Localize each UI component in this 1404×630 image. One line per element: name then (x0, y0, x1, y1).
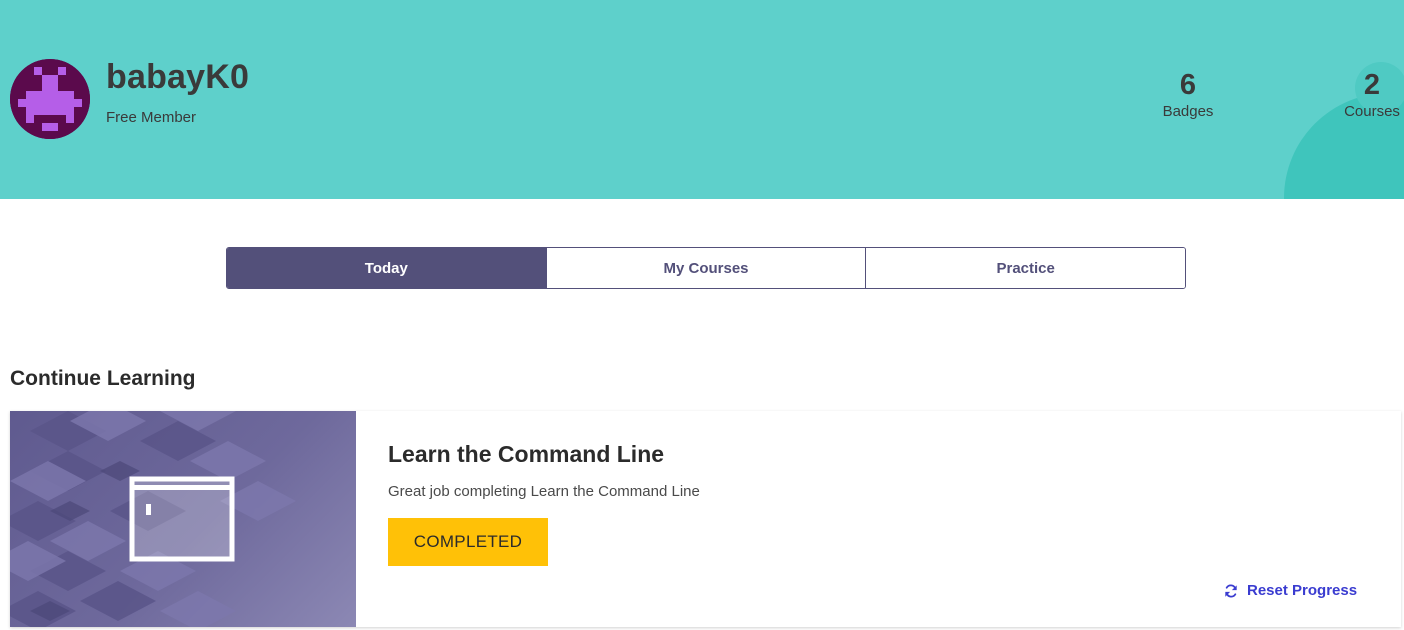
course-pattern-icon (10, 411, 296, 627)
courses-label: Courses (1344, 103, 1400, 120)
badges-count: 6 (1179, 69, 1197, 101)
courses-count: 2 (1363, 69, 1381, 101)
badges-label: Badges (1162, 103, 1214, 120)
course-title[interactable]: Learn the Command Line (388, 441, 664, 468)
reset-progress-button[interactable]: Reset Progress (1224, 582, 1357, 599)
membership-status: Free Member (106, 109, 197, 126)
reset-progress-label: Reset Progress (1247, 582, 1358, 599)
section-title: Continue Learning (10, 367, 196, 390)
completed-status-badge: COMPLETED (388, 518, 548, 566)
refresh-icon (1225, 584, 1237, 597)
course-artwork (10, 411, 356, 627)
tab-my-courses[interactable]: My Courses (545, 248, 866, 288)
tab-today[interactable]: Today (227, 248, 546, 288)
profile-header: babayK0 Free Member 6 Badges 2 Courses (0, 0, 1404, 199)
pixel-avatar-icon (10, 59, 90, 139)
dashboard-tabs: Today My Courses Practice (226, 247, 1186, 289)
stat-badges[interactable]: 6 Badges (1143, 66, 1233, 120)
stat-courses[interactable]: 2 Courses (1327, 66, 1404, 120)
course-card[interactable]: Learn the Command Line Great job complet… (10, 411, 1401, 627)
avatar[interactable] (10, 59, 90, 139)
course-description: Great job completing Learn the Command L… (388, 483, 700, 500)
username: babayK0 (106, 58, 250, 96)
tab-practice[interactable]: Practice (865, 248, 1185, 288)
